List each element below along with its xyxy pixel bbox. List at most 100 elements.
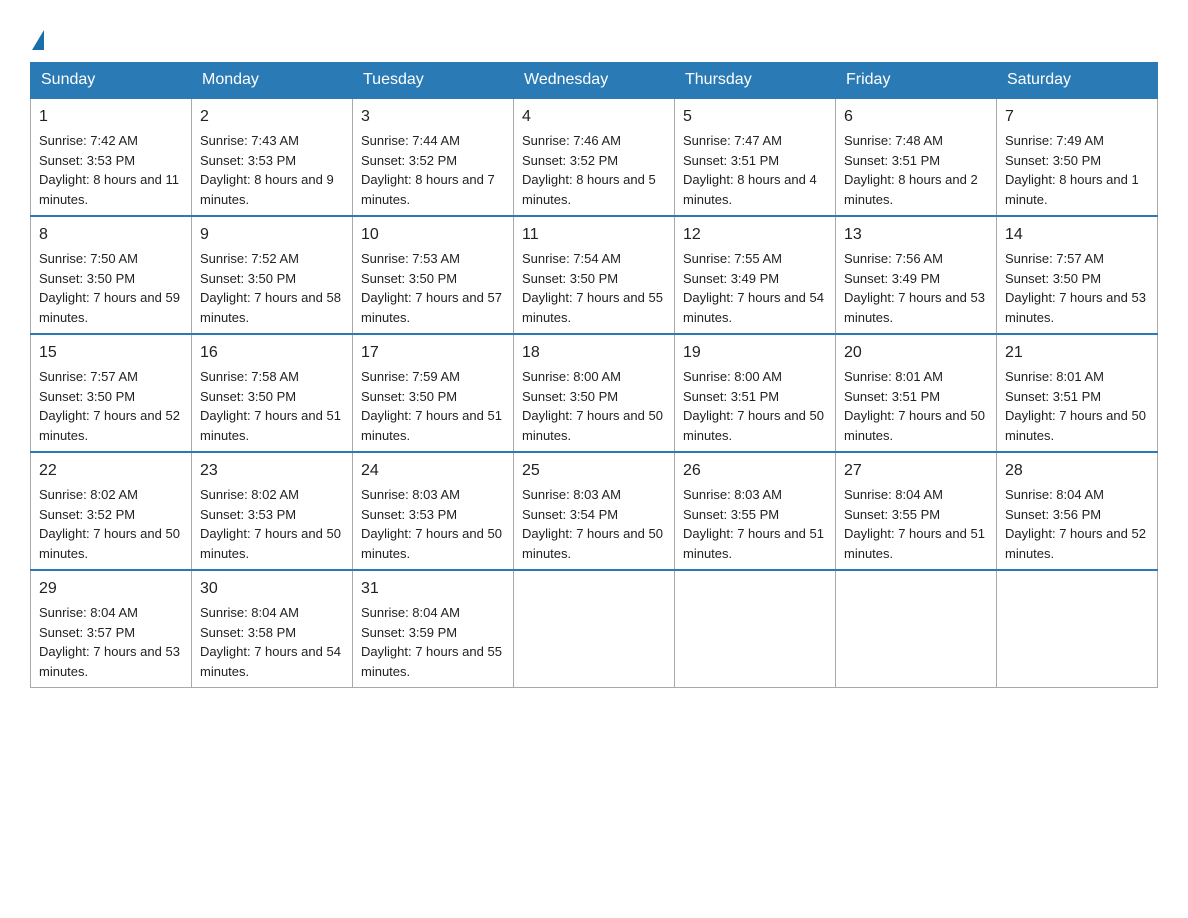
calendar-cell: 28Sunrise: 8:04 AMSunset: 3:56 PMDayligh… [997,452,1158,570]
calendar-cell [836,570,997,688]
daylight-text: Daylight: 7 hours and 53 minutes. [844,290,985,325]
calendar-cell: 30Sunrise: 8:04 AMSunset: 3:58 PMDayligh… [192,570,353,688]
sunset-text: Sunset: 3:50 PM [39,389,135,404]
sunset-text: Sunset: 3:55 PM [683,507,779,522]
calendar-cell: 25Sunrise: 8:03 AMSunset: 3:54 PMDayligh… [514,452,675,570]
sunset-text: Sunset: 3:50 PM [522,271,618,286]
daylight-text: Daylight: 7 hours and 55 minutes. [522,290,663,325]
sunrise-text: Sunrise: 7:55 AM [683,251,782,266]
calendar-cell: 9Sunrise: 7:52 AMSunset: 3:50 PMDaylight… [192,216,353,334]
day-number: 5 [683,105,827,129]
calendar-cell: 7Sunrise: 7:49 AMSunset: 3:50 PMDaylight… [997,98,1158,216]
sunrise-text: Sunrise: 8:03 AM [361,487,460,502]
sunset-text: Sunset: 3:51 PM [683,389,779,404]
daylight-text: Daylight: 7 hours and 50 minutes. [1005,408,1146,443]
calendar-cell: 29Sunrise: 8:04 AMSunset: 3:57 PMDayligh… [31,570,192,688]
calendar-cell: 13Sunrise: 7:56 AMSunset: 3:49 PMDayligh… [836,216,997,334]
calendar-cell: 4Sunrise: 7:46 AMSunset: 3:52 PMDaylight… [514,98,675,216]
calendar-cell: 31Sunrise: 8:04 AMSunset: 3:59 PMDayligh… [353,570,514,688]
day-number: 15 [39,341,183,365]
sunrise-text: Sunrise: 7:46 AM [522,133,621,148]
sunset-text: Sunset: 3:52 PM [39,507,135,522]
calendar-cell: 15Sunrise: 7:57 AMSunset: 3:50 PMDayligh… [31,334,192,452]
calendar-cell: 14Sunrise: 7:57 AMSunset: 3:50 PMDayligh… [997,216,1158,334]
day-header-wednesday: Wednesday [514,63,675,99]
sunset-text: Sunset: 3:49 PM [844,271,940,286]
daylight-text: Daylight: 7 hours and 59 minutes. [39,290,180,325]
day-number: 27 [844,459,988,483]
sunrise-text: Sunrise: 7:57 AM [39,369,138,384]
day-number: 12 [683,223,827,247]
daylight-text: Daylight: 8 hours and 4 minutes. [683,172,817,207]
day-number: 18 [522,341,666,365]
day-number: 31 [361,577,505,601]
sunset-text: Sunset: 3:51 PM [683,153,779,168]
day-number: 3 [361,105,505,129]
day-number: 7 [1005,105,1149,129]
calendar-cell: 23Sunrise: 8:02 AMSunset: 3:53 PMDayligh… [192,452,353,570]
sunset-text: Sunset: 3:52 PM [522,153,618,168]
day-number: 19 [683,341,827,365]
calendar-cell: 8Sunrise: 7:50 AMSunset: 3:50 PMDaylight… [31,216,192,334]
sunrise-text: Sunrise: 7:52 AM [200,251,299,266]
daylight-text: Daylight: 7 hours and 50 minutes. [844,408,985,443]
sunset-text: Sunset: 3:53 PM [361,507,457,522]
daylight-text: Daylight: 7 hours and 53 minutes. [39,644,180,679]
daylight-text: Daylight: 7 hours and 51 minutes. [361,408,502,443]
day-number: 14 [1005,223,1149,247]
day-number: 1 [39,105,183,129]
day-number: 6 [844,105,988,129]
calendar-cell [997,570,1158,688]
daylight-text: Daylight: 8 hours and 5 minutes. [522,172,656,207]
daylight-text: Daylight: 8 hours and 2 minutes. [844,172,978,207]
day-number: 28 [1005,459,1149,483]
day-number: 11 [522,223,666,247]
sunrise-text: Sunrise: 7:44 AM [361,133,460,148]
sunrise-text: Sunrise: 8:04 AM [1005,487,1104,502]
sunrise-text: Sunrise: 8:01 AM [844,369,943,384]
daylight-text: Daylight: 7 hours and 52 minutes. [1005,526,1146,561]
calendar-cell [675,570,836,688]
sunset-text: Sunset: 3:49 PM [683,271,779,286]
day-number: 9 [200,223,344,247]
calendar-cell: 11Sunrise: 7:54 AMSunset: 3:50 PMDayligh… [514,216,675,334]
sunset-text: Sunset: 3:55 PM [844,507,940,522]
day-number: 23 [200,459,344,483]
sunrise-text: Sunrise: 7:49 AM [1005,133,1104,148]
sunrise-text: Sunrise: 7:42 AM [39,133,138,148]
sunset-text: Sunset: 3:50 PM [1005,271,1101,286]
daylight-text: Daylight: 7 hours and 50 minutes. [39,526,180,561]
daylight-text: Daylight: 7 hours and 51 minutes. [200,408,341,443]
day-number: 17 [361,341,505,365]
sunset-text: Sunset: 3:51 PM [1005,389,1101,404]
calendar-cell: 17Sunrise: 7:59 AMSunset: 3:50 PMDayligh… [353,334,514,452]
sunrise-text: Sunrise: 8:04 AM [39,605,138,620]
daylight-text: Daylight: 7 hours and 54 minutes. [200,644,341,679]
sunset-text: Sunset: 3:51 PM [844,389,940,404]
sunrise-text: Sunrise: 7:47 AM [683,133,782,148]
day-number: 8 [39,223,183,247]
sunset-text: Sunset: 3:53 PM [200,153,296,168]
sunrise-text: Sunrise: 8:02 AM [200,487,299,502]
day-number: 2 [200,105,344,129]
calendar-cell: 19Sunrise: 8:00 AMSunset: 3:51 PMDayligh… [675,334,836,452]
sunrise-text: Sunrise: 8:04 AM [200,605,299,620]
sunrise-text: Sunrise: 7:59 AM [361,369,460,384]
calendar-cell: 18Sunrise: 8:00 AMSunset: 3:50 PMDayligh… [514,334,675,452]
calendar-cell: 20Sunrise: 8:01 AMSunset: 3:51 PMDayligh… [836,334,997,452]
daylight-text: Daylight: 7 hours and 53 minutes. [1005,290,1146,325]
day-header-saturday: Saturday [997,63,1158,99]
calendar-cell: 6Sunrise: 7:48 AMSunset: 3:51 PMDaylight… [836,98,997,216]
daylight-text: Daylight: 7 hours and 50 minutes. [361,526,502,561]
day-header-thursday: Thursday [675,63,836,99]
sunset-text: Sunset: 3:52 PM [361,153,457,168]
daylight-text: Daylight: 7 hours and 50 minutes. [522,408,663,443]
sunrise-text: Sunrise: 8:00 AM [683,369,782,384]
day-header-monday: Monday [192,63,353,99]
sunrise-text: Sunrise: 8:04 AM [361,605,460,620]
calendar-week-row: 1 Sunrise: 7:42 AM Sunset: 3:53 PM Daylight… [31,98,1158,216]
sunrise-text: Sunrise: 8:04 AM [844,487,943,502]
daylight-text: Daylight: 8 hours and 11 minutes. [39,172,179,207]
sunrise-text: Sunrise: 7:43 AM [200,133,299,148]
sunset-text: Sunset: 3:59 PM [361,625,457,640]
